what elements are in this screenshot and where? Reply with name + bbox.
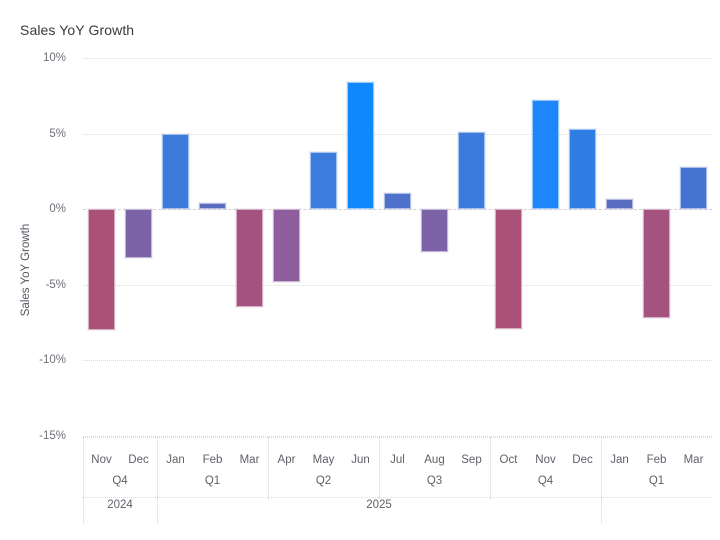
x-axis-line [83, 437, 712, 438]
bar[interactable] [420, 209, 449, 252]
x-axis-quarter-separator [601, 437, 602, 499]
x-axis-quarter-separator [379, 437, 380, 499]
bar[interactable] [383, 192, 412, 210]
bar[interactable] [568, 129, 597, 210]
gridline [83, 58, 712, 59]
x-axis-month-row: Nov Dec Jan Feb Mar Apr May Jun Jul Aug Sep Oct Nov D… [83, 454, 712, 472]
bar[interactable] [235, 209, 264, 308]
x-axis-quarter-label: Q3 [426, 475, 443, 487]
x-axis-month-label: Aug [424, 454, 445, 466]
y-axis-tick-label: -10% [39, 354, 66, 367]
x-axis-quarter-label: Q1 [648, 475, 665, 487]
x-axis-quarter-label: Q1 [204, 475, 221, 487]
x-axis-quarter-separator [490, 437, 491, 499]
x-axis-month-label: Sep [461, 454, 482, 466]
gridline [83, 284, 712, 286]
x-axis-month-label: Feb [646, 454, 667, 466]
x-axis-quarter-row: Q4 Q1 Q2 Q3 Q4 Q1 [83, 475, 712, 493]
x-axis-month-label: Jan [166, 454, 185, 466]
chart-title: Sales YoY Growth [20, 22, 135, 38]
x-axis-year-separator [601, 497, 602, 523]
x-axis-month-label: Dec [128, 454, 149, 466]
x-axis-year-label: 2025 [366, 499, 392, 511]
x-axis-month-label: May [312, 454, 335, 466]
x-axis-month-label: Feb [202, 454, 223, 466]
plot-area: 10% 5% 0% -5% -10% -15% [39, 52, 712, 442]
bar[interactable] [309, 151, 338, 210]
bar[interactable] [605, 198, 634, 210]
y-axis-tick-label: 0% [49, 203, 66, 216]
y-axis-title: Sales YoY Growth [20, 223, 32, 317]
x-axis-year-row: 2024 2025 [83, 499, 712, 517]
x-axis-year-separator [157, 497, 158, 523]
x-axis-quarter-label: Q4 [537, 475, 554, 487]
x-axis-month-label: Jul [390, 454, 405, 466]
x-axis-month-label: Dec [572, 454, 593, 466]
gridline [83, 209, 712, 211]
x-axis-quarter-label: Q4 [112, 475, 128, 487]
bar[interactable] [494, 209, 523, 329]
chart-container: Sales YoY Growth Sales YoY Growth 10% 5% 0… [0, 0, 720, 540]
x-axis-start-separator [83, 437, 84, 499]
x-axis-quarter-separator [157, 437, 158, 499]
bar[interactable] [161, 133, 190, 210]
y-axis-tick-label: 5% [49, 127, 66, 140]
bar[interactable] [457, 132, 486, 210]
bar[interactable] [87, 209, 116, 331]
bar[interactable] [346, 82, 375, 210]
x-axis-month-label: Jun [351, 454, 370, 466]
bar[interactable] [679, 166, 708, 210]
x-axis-month-label: Mar [239, 454, 260, 466]
x-axis-month-label: Apr [277, 454, 296, 466]
x-axis-month-label: Nov [535, 454, 556, 466]
x-axis-month-label: Mar [683, 454, 704, 466]
bar[interactable] [198, 203, 227, 210]
bar[interactable] [531, 100, 560, 210]
gridline [83, 360, 712, 362]
x-axis-quarter-separator [268, 437, 269, 499]
bar[interactable] [124, 209, 153, 258]
y-axis-tick-label: -15% [39, 430, 66, 442]
x-axis-quarter-label: Q2 [315, 475, 332, 487]
bar[interactable] [642, 209, 671, 319]
x-axis-year-label: 2024 [107, 499, 133, 511]
x-axis: Nov Dec Jan Feb Mar Apr May Jun Jul Aug Sep Oct Nov D… [83, 437, 712, 532]
x-axis-month-label: Nov [91, 454, 112, 466]
x-axis-divider [83, 497, 712, 498]
x-axis-month-label: Jan [610, 454, 629, 466]
x-axis-month-label: Oct [499, 454, 518, 466]
y-axis-tick-label: -5% [45, 278, 66, 291]
bar[interactable] [272, 209, 301, 282]
y-axis-tick-label: 10% [42, 52, 66, 64]
x-axis-year-start-separator [83, 497, 84, 523]
